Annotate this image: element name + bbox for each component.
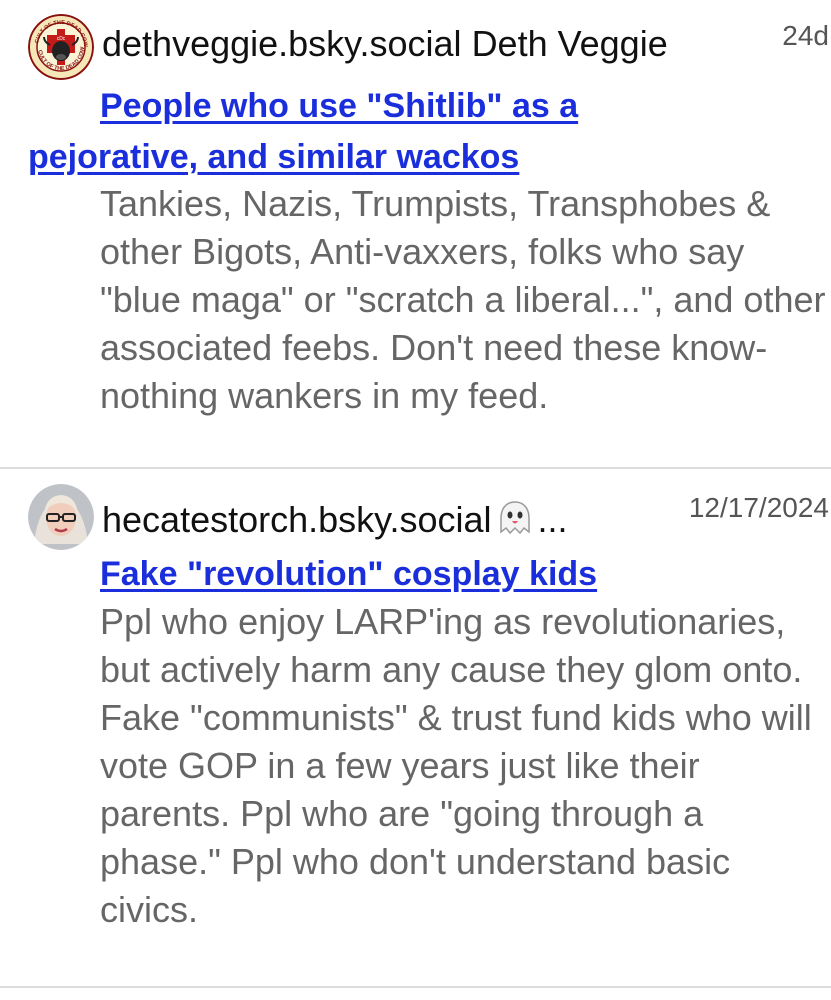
- timestamp: 12/17/2024: [688, 492, 829, 523]
- author-handle[interactable]: dethveggie.bsky.social: [102, 23, 462, 64]
- feed-description: Ppl who enjoy LARP'ing as revolutionarie…: [100, 601, 812, 930]
- author-handle[interactable]: hecatestorch.bsky.social: [102, 499, 492, 540]
- feed-title-link[interactable]: Fake "revolution" cosplay kids: [100, 549, 597, 600]
- divider: [0, 467, 831, 469]
- svg-text:cDc: cDc: [57, 36, 66, 42]
- feed-list-item[interactable]: hecatestorch.bsky.social... 12/17/2024 F…: [0, 470, 831, 1000]
- ghost-emoji-icon: [498, 500, 532, 544]
- feed-title-link[interactable]: People who use "Shitlib" as a pejorative…: [28, 81, 668, 183]
- author-line[interactable]: hecatestorch.bsky.social...: [102, 500, 568, 544]
- feed-list-item[interactable]: cDc CULT OF THE DEAD COW CULT OF THE DEA…: [0, 0, 831, 468]
- author-line[interactable]: dethveggie.bsky.social Deth Veggie: [102, 24, 668, 64]
- avatar[interactable]: cDc CULT OF THE DEAD COW CULT OF THE DEA…: [28, 14, 94, 80]
- user-photo-icon: [28, 484, 94, 550]
- avatar[interactable]: [28, 484, 94, 550]
- cult-of-the-dead-cow-logo-icon: cDc CULT OF THE DEAD COW CULT OF THE DEA…: [28, 14, 94, 80]
- author-display-name[interactable]: Deth Veggie: [472, 23, 668, 64]
- timestamp: 24d: [782, 20, 829, 51]
- name-truncation: ...: [537, 499, 568, 540]
- feed-description: Tankies, Nazis, Trumpists, Transphobes &…: [100, 183, 826, 416]
- divider: [0, 986, 831, 988]
